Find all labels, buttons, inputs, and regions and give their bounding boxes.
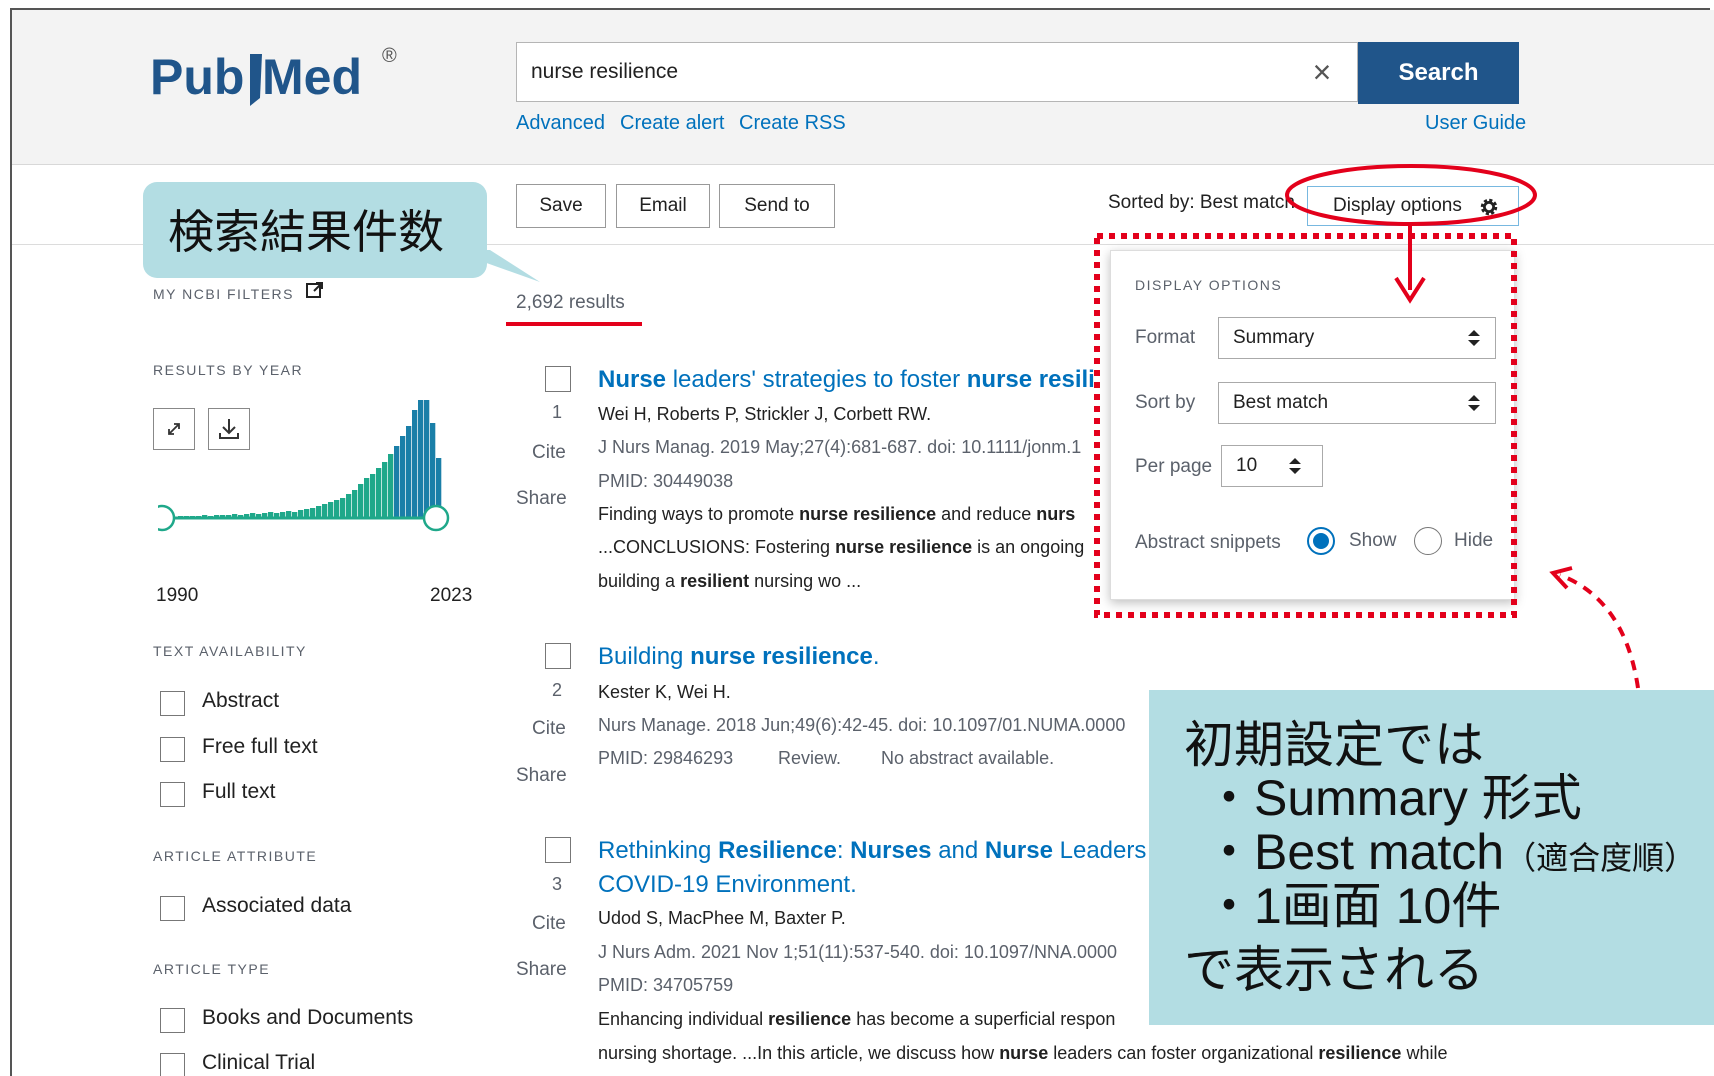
curved-arrow-icon [1559,573,1640,689]
callout-line: ・1画面 10件 [1204,878,1502,934]
callout-line: で表示される [1184,942,1484,998]
results-count-callout: 検索結果件数 [143,182,487,278]
panel-highlight-box [1094,233,1517,618]
default-settings-callout: 初期設定では ・Summary 形式 ・Best match（適合度順） ・1画… [1149,690,1714,1025]
display-options-highlight [1285,164,1537,226]
